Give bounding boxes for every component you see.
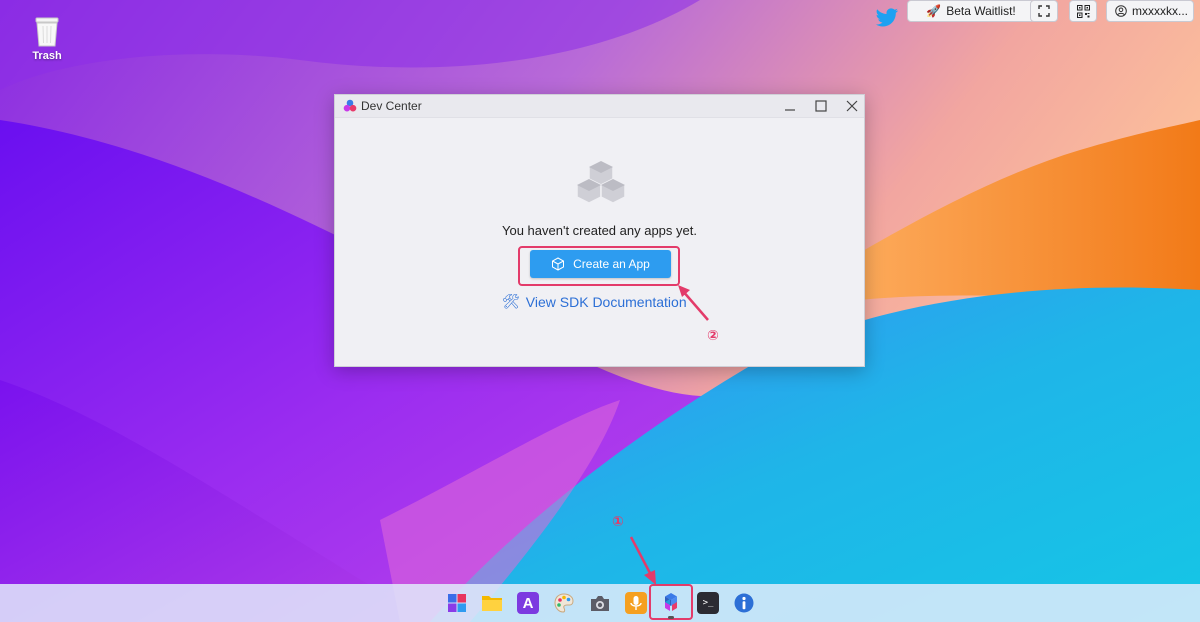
- terminal-icon: >_: [702, 598, 714, 608]
- window-titlebar[interactable]: Dev Center: [335, 95, 864, 118]
- taskbar-files[interactable]: [481, 592, 503, 614]
- annotation-arrow-2: [678, 285, 709, 321]
- user-icon: [1115, 5, 1127, 17]
- annotation-arrow-1: [629, 536, 656, 585]
- minimize-icon: [785, 109, 795, 111]
- files-icon: [482, 596, 502, 611]
- empty-apps-icon: [576, 160, 626, 204]
- close-icon: [846, 100, 858, 112]
- window-title: Dev Center: [361, 99, 422, 113]
- empty-state-message: You haven't created any apps yet.: [502, 223, 697, 238]
- start-menu-icon: [448, 594, 466, 612]
- taskbar-paint[interactable]: [553, 592, 575, 614]
- view-sdk-documentation-link[interactable]: 🛠 View SDK Documentation: [502, 293, 687, 310]
- trash-icon: [35, 17, 59, 47]
- maximize-button[interactable]: [806, 95, 836, 117]
- close-button[interactable]: [837, 95, 867, 117]
- create-app-highlight: [518, 246, 680, 286]
- taskbar-terminal[interactable]: >_: [697, 592, 719, 614]
- fullscreen-button[interactable]: [1030, 0, 1058, 22]
- beta-waitlist-button[interactable]: 🚀 Beta Waitlist!: [907, 0, 1035, 22]
- taskbar-recorder[interactable]: [625, 592, 647, 614]
- annotation-step-1: ①: [612, 513, 624, 529]
- annotation-step-2: ②: [707, 327, 719, 343]
- taskbar-start-menu[interactable]: [446, 592, 468, 614]
- rocket-icon: 🚀: [926, 4, 942, 18]
- active-app-indicator: [668, 616, 674, 619]
- qr-code-icon: [1076, 4, 1090, 18]
- dev-center-icon: [343, 99, 357, 112]
- camera-icon: [591, 596, 609, 611]
- sdk-link-label: View SDK Documentation: [525, 293, 687, 310]
- minimize-button[interactable]: [775, 95, 805, 117]
- tools-icon: 🛠: [502, 293, 520, 309]
- fullscreen-icon: [1038, 5, 1050, 17]
- maximize-icon: [815, 100, 827, 112]
- user-account-button[interactable]: mxxxxkx...: [1106, 0, 1194, 22]
- trash-desktop-item[interactable]: Trash: [22, 14, 72, 62]
- text-editor-icon: A: [522, 594, 534, 612]
- beta-waitlist-label: Beta Waitlist!: [946, 4, 1016, 18]
- recorder-icon: [630, 596, 642, 610]
- dev-center-window: Dev Center You haven't created any apps …: [334, 94, 865, 367]
- paint-icon: [554, 593, 574, 613]
- qr-code-button[interactable]: [1069, 0, 1097, 22]
- taskbar-camera[interactable]: [589, 592, 611, 614]
- user-label: mxxxxkx...: [1132, 4, 1188, 18]
- taskbar-text-editor[interactable]: A: [517, 592, 539, 614]
- dev-center-taskbar-highlight: [649, 584, 693, 620]
- trash-label: Trash: [32, 50, 62, 62]
- taskbar-info[interactable]: [733, 592, 755, 614]
- twitter-icon[interactable]: [875, 8, 899, 28]
- info-icon: [734, 593, 754, 613]
